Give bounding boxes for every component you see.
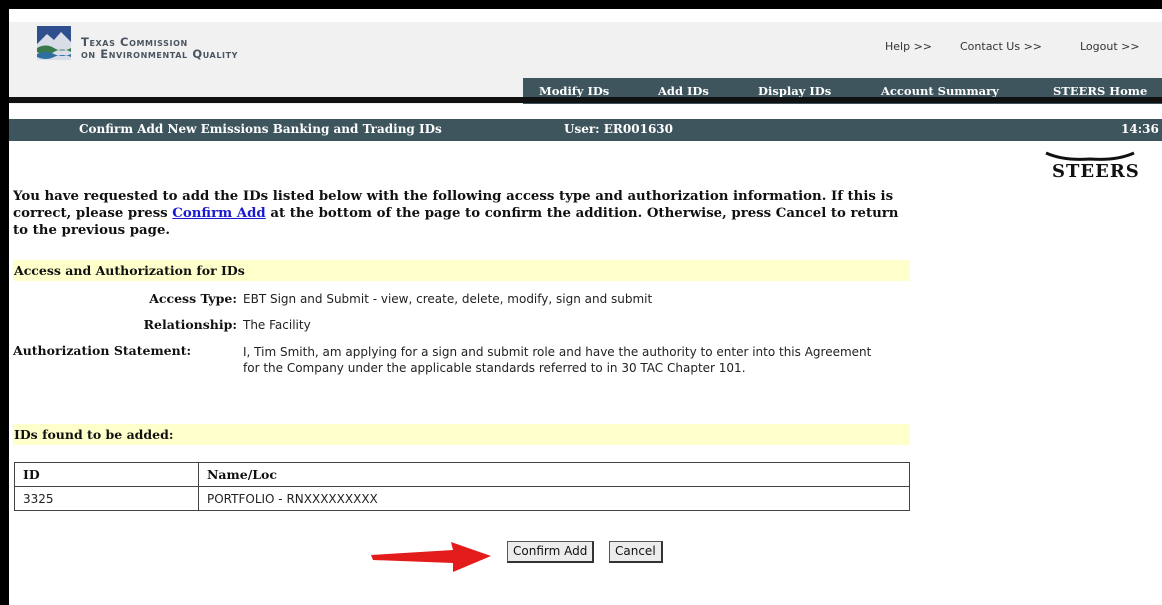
ids-table: ID Name/Loc 3325 PORTFOLIO - RNXXXXXXXXX bbox=[14, 462, 910, 511]
ids-section-header: IDs found to be added: bbox=[13, 424, 910, 445]
title-bar: Confirm Add New Emissions Banking and Tr… bbox=[9, 119, 1162, 141]
access-type-value: EBT Sign and Submit - view, create, dele… bbox=[243, 292, 653, 306]
intro-message: You have requested to add the IDs listed… bbox=[13, 188, 913, 239]
org-name-line2: on Environmental Quality bbox=[81, 47, 239, 61]
table-row: 3325 PORTFOLIO - RNXXXXXXXXX bbox=[14, 486, 910, 511]
column-header-name-loc: Name/Loc bbox=[198, 462, 910, 487]
red-arrow-annotation-icon bbox=[371, 542, 491, 572]
authorization-statement-label: Authorization Statement: bbox=[13, 343, 192, 358]
ids-section-title: IDs found to be added: bbox=[14, 427, 174, 442]
steers-logo: STEERS bbox=[1052, 161, 1140, 182]
nav-modify-ids[interactable]: Modify IDs bbox=[539, 84, 609, 98]
page: Texas Commission on Environmental Qualit… bbox=[9, 9, 1162, 605]
column-header-id: ID bbox=[14, 462, 199, 487]
table-header-row: ID Name/Loc bbox=[14, 462, 910, 487]
clock-time: 14:36 bbox=[1121, 122, 1159, 136]
help-link[interactable]: Help >> bbox=[885, 40, 932, 53]
nav-display-ids[interactable]: Display IDs bbox=[758, 84, 831, 98]
access-section-title: Access and Authorization for IDs bbox=[14, 263, 245, 278]
confirm-add-button[interactable]: Confirm Add bbox=[507, 541, 595, 563]
site-header: Texas Commission on Environmental Qualit… bbox=[9, 22, 1162, 104]
authorization-statement-value: I, Tim Smith, am applying for a sign and… bbox=[243, 345, 872, 375]
cell-id: 3325 bbox=[14, 486, 199, 511]
cell-name-loc: PORTFOLIO - RNXXXXXXXXX bbox=[198, 486, 910, 511]
nav-add-ids[interactable]: Add IDs bbox=[658, 84, 709, 98]
confirm-add-link[interactable]: Confirm Add bbox=[172, 206, 265, 221]
header-divider bbox=[9, 97, 1162, 103]
cancel-button[interactable]: Cancel bbox=[609, 541, 663, 563]
nav-steers-home[interactable]: STEERS Home bbox=[1053, 84, 1147, 98]
user-id: User: ER001630 bbox=[564, 122, 674, 136]
org-name: Texas Commission on Environmental Qualit… bbox=[81, 36, 238, 60]
access-section-header: Access and Authorization for IDs bbox=[13, 260, 910, 281]
page-title: Confirm Add New Emissions Banking and Tr… bbox=[79, 122, 442, 136]
relationship-value: The Facility bbox=[243, 318, 311, 332]
tceq-logo-icon[interactable] bbox=[37, 26, 71, 60]
logout-link[interactable]: Logout >> bbox=[1080, 40, 1140, 53]
relationship-label: Relationship: bbox=[143, 317, 237, 332]
contact-us-link[interactable]: Contact Us >> bbox=[960, 40, 1042, 53]
access-type-label: Access Type: bbox=[149, 291, 237, 306]
nav-account-summary[interactable]: Account Summary bbox=[881, 84, 999, 98]
